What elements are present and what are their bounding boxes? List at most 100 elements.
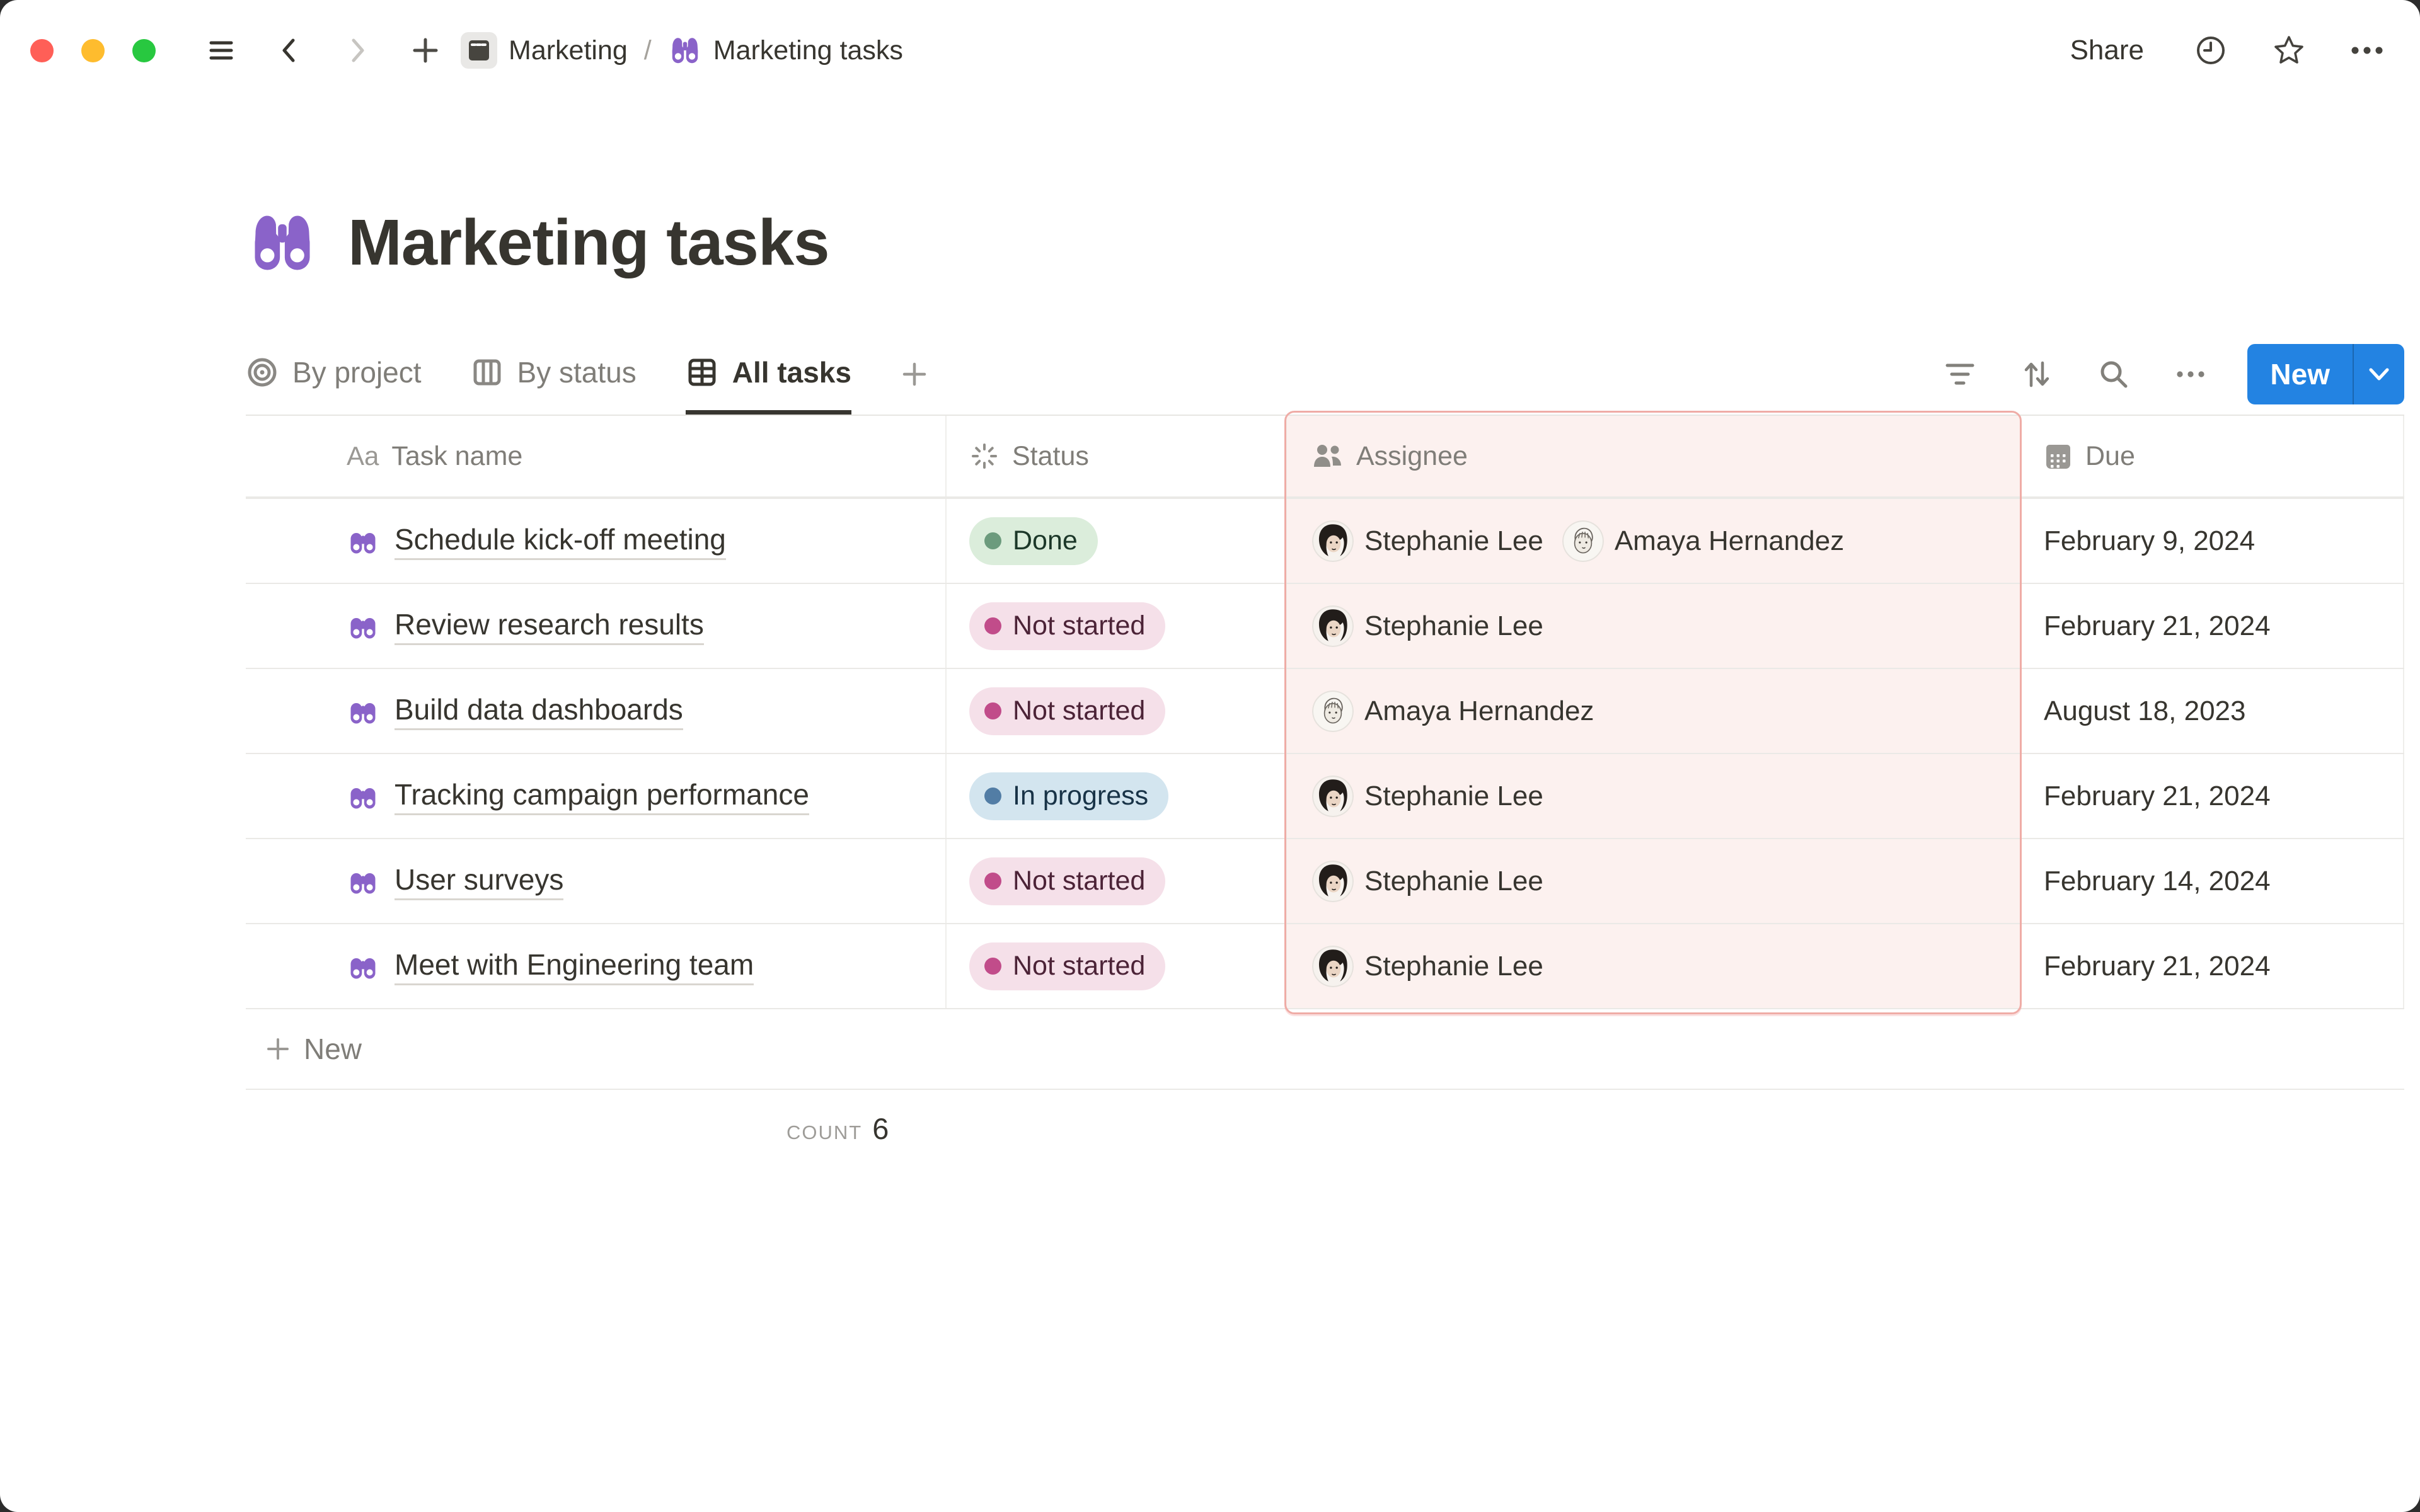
task-name: User surveys — [395, 862, 563, 900]
search-icon — [2097, 358, 2130, 391]
breadcrumb-page-label: Marketing tasks — [713, 35, 903, 66]
count-value: 6 — [872, 1111, 889, 1146]
new-page-button[interactable] — [405, 30, 446, 71]
filter-button[interactable] — [1940, 354, 1980, 394]
tab-label: By project — [292, 355, 422, 389]
column-label: Task name — [391, 441, 522, 472]
column-header-task-name[interactable]: Aa Task name — [246, 416, 945, 496]
table-row: Schedule kick-off meeting Done Stephanie… — [246, 498, 2404, 583]
breadcrumb-item-marketing-tasks[interactable]: Marketing tasks — [668, 33, 903, 67]
stephanie-avatar — [1312, 861, 1354, 902]
task-name-cell[interactable]: Build data dashboards — [246, 669, 945, 753]
people-icon — [1312, 442, 1344, 471]
task-name-cell[interactable]: Tracking campaign performance — [246, 754, 945, 838]
status-dot — [984, 873, 1001, 890]
sort-button[interactable] — [2017, 354, 2057, 394]
share-button[interactable]: Share — [2061, 28, 2153, 72]
sort-arrows-icon — [2020, 358, 2053, 391]
view-options-button[interactable] — [2170, 354, 2211, 394]
column-header-due[interactable]: Due — [2020, 416, 2404, 496]
target-icon — [246, 356, 279, 389]
star-icon — [2272, 33, 2306, 67]
tab-by-project[interactable]: By project — [246, 334, 422, 415]
new-button[interactable]: New — [2247, 344, 2404, 404]
page-options-button[interactable] — [2347, 30, 2387, 71]
table-row: Tracking campaign performance In progres… — [246, 753, 2404, 838]
status-dot — [984, 532, 1001, 549]
due-cell[interactable]: August 18, 2023 — [2020, 669, 2404, 753]
task-name: Meet with Engineering team — [395, 948, 754, 985]
due-date: February 21, 2024 — [2044, 610, 2271, 642]
assignee-cell[interactable]: Stephanie Lee — [1286, 839, 2020, 923]
assignee-cell[interactable]: Stephanie Lee Amaya Hernandez — [1286, 499, 2020, 583]
back-button[interactable] — [269, 30, 309, 71]
updates-button[interactable] — [2191, 30, 2231, 71]
plus-icon — [901, 360, 928, 388]
notion-window: Marketing / Marketing tasks Share Mar — [0, 0, 2420, 1512]
status-pill[interactable]: Not started — [969, 942, 1165, 990]
status-pill[interactable]: Not started — [969, 857, 1165, 905]
stephanie-avatar — [1312, 520, 1354, 562]
nav-controls — [201, 30, 446, 71]
assignee-cell[interactable]: Stephanie Lee — [1286, 754, 2020, 838]
task-name-cell[interactable]: Schedule kick-off meeting — [246, 499, 945, 583]
minimize-window-button[interactable] — [81, 39, 105, 62]
table-footer: COUNT 6 — [246, 1090, 2404, 1159]
table-header-row: Aa Task name Status Assignee Due — [246, 416, 2404, 498]
forward-button[interactable] — [337, 30, 377, 71]
tab-all-tasks[interactable]: All tasks — [686, 334, 851, 415]
new-button-dropdown[interactable] — [2354, 344, 2404, 404]
status-pill[interactable]: Not started — [969, 687, 1165, 735]
due-date: February 14, 2024 — [2044, 866, 2271, 897]
assignee-name: Amaya Hernandez — [1615, 525, 1844, 557]
binoculars-icon — [347, 525, 379, 558]
new-row-button[interactable]: New — [246, 1008, 2404, 1090]
breadcrumb-item-marketing[interactable]: Marketing — [461, 32, 628, 69]
assignee-name: Stephanie Lee — [1364, 781, 1543, 812]
count-calculation[interactable]: COUNT 6 — [786, 1111, 889, 1146]
due-cell[interactable]: February 14, 2024 — [2020, 839, 2404, 923]
task-name-cell[interactable]: Meet with Engineering team — [246, 924, 945, 1008]
status-label: Not started — [1013, 951, 1145, 982]
search-button[interactable] — [2094, 354, 2134, 394]
assignee-cell[interactable]: Stephanie Lee — [1286, 584, 2020, 668]
tab-by-status[interactable]: By status — [471, 334, 637, 415]
column-label: Due — [2085, 441, 2135, 472]
task-name: Review research results — [395, 607, 704, 645]
due-cell[interactable]: February 21, 2024 — [2020, 584, 2404, 668]
page-binoculars-icon[interactable] — [246, 206, 319, 279]
assignee-name: Stephanie Lee — [1364, 866, 1543, 897]
task-name-cell[interactable]: Review research results — [246, 584, 945, 668]
due-cell[interactable]: February 21, 2024 — [2020, 924, 2404, 1008]
column-label: Assignee — [1356, 441, 1468, 472]
assignee-chip: Amaya Hernandez — [1312, 690, 1594, 732]
due-cell[interactable]: February 21, 2024 — [2020, 754, 2404, 838]
status-cell: Not started — [945, 924, 1286, 1008]
assignee-name: Stephanie Lee — [1364, 610, 1543, 642]
assignee-cell[interactable]: Stephanie Lee — [1286, 924, 2020, 1008]
assignee-chip: Stephanie Lee — [1312, 776, 1543, 817]
status-pill[interactable]: Done — [969, 517, 1098, 565]
favorite-button[interactable] — [2269, 30, 2309, 71]
add-view-button[interactable] — [901, 334, 928, 415]
amaya-avatar — [1312, 690, 1354, 732]
status-pill[interactable]: Not started — [969, 602, 1165, 650]
status-pill[interactable]: In progress — [969, 772, 1168, 820]
column-header-status[interactable]: Status — [945, 416, 1286, 496]
sidebar-menu-button[interactable] — [201, 30, 241, 71]
due-date: February 9, 2024 — [2044, 525, 2255, 557]
breadcrumb-project-label: Marketing — [509, 35, 628, 66]
views-row: By project By status All tasks — [246, 334, 2404, 415]
zoom-window-button[interactable] — [132, 39, 156, 62]
assignee-cell[interactable]: Amaya Hernandez — [1286, 669, 2020, 753]
due-cell[interactable]: February 9, 2024 — [2020, 499, 2404, 583]
count-label: COUNT — [786, 1121, 862, 1144]
task-name-cell[interactable]: User surveys — [246, 839, 945, 923]
assignee-chip: Stephanie Lee — [1312, 861, 1543, 902]
close-window-button[interactable] — [30, 39, 54, 62]
assignee-chip: Stephanie Lee — [1312, 520, 1543, 562]
binoculars-icon — [668, 33, 702, 67]
page-title[interactable]: Marketing tasks — [348, 205, 829, 280]
column-header-assignee[interactable]: Assignee — [1286, 416, 2020, 496]
tab-label: By status — [517, 355, 637, 389]
